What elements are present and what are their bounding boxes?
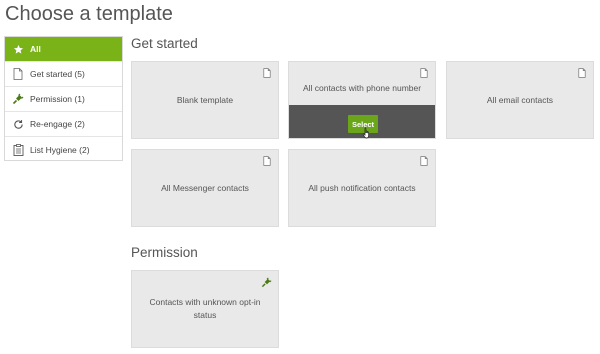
sidebar-item-label: Permission (1) [30, 94, 85, 104]
card-label: All contacts with phone number [302, 83, 422, 93]
hand-cursor-icon [362, 127, 372, 143]
category-sidebar: All Get started (5) Permission (1) Re-en… [4, 36, 123, 161]
template-card-unknown-opt-in[interactable]: Contacts with unknown opt-in status [131, 270, 279, 348]
document-icon [11, 67, 25, 81]
template-card-email[interactable]: All email contacts [446, 61, 594, 139]
sidebar-item-get-started[interactable]: Get started (5) [5, 62, 122, 87]
document-icon [263, 68, 271, 82]
document-icon [420, 68, 428, 82]
sidebar-item-list-hygiene[interactable]: List Hygiene (2) [5, 137, 122, 162]
plug-icon [11, 92, 25, 106]
sidebar-item-all[interactable]: All [5, 37, 122, 62]
card-label: All email contacts [486, 94, 554, 105]
template-card-messenger[interactable]: All Messenger contacts [131, 149, 279, 227]
card-label: All Messenger contacts [161, 182, 249, 193]
refresh-icon [11, 117, 25, 131]
sidebar-item-label: Get started (5) [30, 69, 85, 79]
sidebar-item-label: Re-engage (2) [30, 119, 85, 129]
page-title: Choose a template [5, 3, 173, 25]
card-label: All push notification contacts [308, 182, 416, 193]
card-label: Blank template [176, 94, 234, 105]
sidebar-item-permission[interactable]: Permission (1) [5, 87, 122, 112]
template-card-blank[interactable]: Blank template [131, 61, 279, 139]
plug-icon [261, 277, 272, 292]
template-card-push[interactable]: All push notification contacts [288, 149, 436, 227]
sidebar-item-label: List Hygiene (2) [30, 144, 90, 155]
star-icon [11, 42, 25, 56]
document-icon [263, 156, 271, 170]
sidebar-item-re-engage[interactable]: Re-engage (2) [5, 112, 122, 137]
sidebar-item-label: All [30, 44, 41, 54]
section-title-permission: Permission [131, 245, 198, 260]
section-title-get-started: Get started [131, 36, 198, 51]
template-card-phone[interactable]: All contacts with phone number Select [288, 61, 436, 139]
document-icon [420, 156, 428, 170]
document-icon [578, 68, 586, 82]
card-label: Contacts with unknown opt-in status [149, 297, 261, 320]
list-icon [11, 143, 25, 157]
